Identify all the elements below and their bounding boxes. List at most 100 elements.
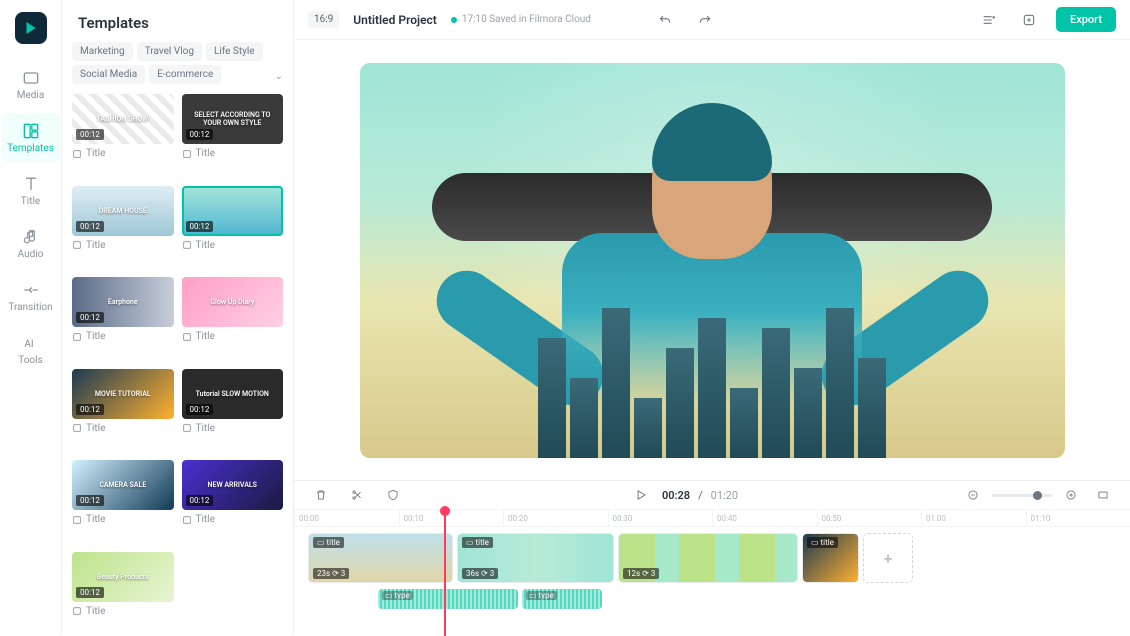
rail-tools[interactable]: AI Tools bbox=[2, 325, 60, 374]
template-thumb[interactable]: DREAM HOUSE00:12 bbox=[72, 186, 174, 236]
template-card[interactable]: CAMERA SALE00:12Title bbox=[72, 460, 174, 544]
template-card[interactable]: DREAM HOUSE00:12 Title bbox=[72, 186, 174, 270]
export-button[interactable]: Export bbox=[1056, 7, 1116, 32]
timeline-clip[interactable]: 12s ⟳ 3 bbox=[618, 533, 798, 583]
template-label: Title bbox=[182, 331, 284, 342]
total-duration: 01:20 bbox=[711, 489, 738, 502]
audio-clip[interactable]: ▭ type bbox=[522, 589, 602, 609]
template-thumb[interactable]: Beauty Products00:12 bbox=[72, 552, 174, 602]
template-thumb[interactable]: NEW ARRIVALS00:12 bbox=[182, 460, 284, 510]
settings-button[interactable] bbox=[1016, 7, 1042, 33]
app-logo[interactable] bbox=[15, 12, 47, 44]
template-icon bbox=[182, 149, 192, 159]
template-icon bbox=[72, 515, 82, 525]
tag-life-style[interactable]: Life Style bbox=[206, 42, 263, 61]
template-label: Title bbox=[72, 240, 174, 251]
clip-duration: 23s ⟳ 3 bbox=[313, 568, 349, 579]
template-label: Title bbox=[182, 240, 284, 251]
redo-button[interactable] bbox=[692, 7, 718, 33]
tag-e-commerce[interactable]: E-commerce bbox=[149, 65, 221, 84]
transition-icon bbox=[21, 280, 41, 300]
template-thumb[interactable]: 00:12 bbox=[182, 186, 284, 236]
template-card[interactable]: SELECT ACCORDING TO YOUR OWN STYLE00:12T… bbox=[182, 94, 284, 178]
template-card[interactable]: Tutorial SLOW MOTION00:12Title bbox=[182, 369, 284, 453]
timeline-clip[interactable]: ▭ title 23s ⟳ 3 bbox=[308, 533, 453, 583]
zoom-slider[interactable] bbox=[992, 494, 1052, 497]
panel-title: Templates bbox=[62, 0, 293, 42]
clip-badge: ▭ title bbox=[462, 537, 493, 548]
rail-media[interactable]: Media bbox=[2, 60, 60, 109]
clip-badge: ▭ title bbox=[313, 537, 344, 548]
tracks-area[interactable]: ▭ title 23s ⟳ 3 ▭ title36s ⟳ 3 12s ⟳ 3 ▭ tit… bbox=[294, 527, 1130, 635]
tag-travel-vlog[interactable]: Travel Vlog bbox=[137, 42, 202, 61]
delete-button[interactable] bbox=[308, 482, 334, 508]
template-thumb[interactable]: FASHION SHOW00:12 bbox=[72, 94, 174, 144]
ruler-tick: 00:10 bbox=[399, 510, 504, 526]
zoom-in-icon bbox=[1064, 488, 1078, 502]
zoom-in-button[interactable] bbox=[1058, 482, 1084, 508]
shield-icon bbox=[386, 488, 400, 502]
marker-button[interactable] bbox=[380, 482, 406, 508]
template-thumb[interactable]: CAMERA SALE00:12 bbox=[72, 460, 174, 510]
template-duration: 00:12 bbox=[186, 129, 214, 140]
tag-marketing[interactable]: Marketing bbox=[72, 42, 133, 61]
main-area: 16:9 Untitled Project 17:10 Saved in Fil… bbox=[294, 0, 1130, 635]
title-icon bbox=[21, 174, 41, 194]
timeline-clip[interactable]: ▭ title36s ⟳ 3 bbox=[457, 533, 614, 583]
template-label: Title bbox=[72, 606, 174, 617]
template-duration: 00:12 bbox=[76, 404, 104, 415]
template-thumb[interactable]: Tutorial SLOW MOTION00:12 bbox=[182, 369, 284, 419]
zoom-out-button[interactable] bbox=[960, 482, 986, 508]
tag-social-media[interactable]: Social Media bbox=[72, 65, 145, 84]
add-clip-button[interactable]: + bbox=[863, 533, 913, 583]
split-icon bbox=[350, 488, 364, 502]
rail-transition[interactable]: Transition bbox=[2, 272, 60, 321]
template-card[interactable]: Glow Up Diary Title bbox=[182, 277, 284, 361]
template-duration: 00:12 bbox=[76, 587, 104, 598]
template-icon bbox=[182, 240, 192, 250]
aspect-ratio-badge[interactable]: 16:9 bbox=[308, 11, 339, 28]
template-card[interactable]: 00:12 Title bbox=[182, 186, 284, 270]
template-card[interactable]: Earphone00:12Title bbox=[72, 277, 174, 361]
template-thumb[interactable]: MOVIE TUTORIAL00:12 bbox=[72, 369, 174, 419]
audio-clip[interactable]: ▭ type bbox=[378, 589, 518, 609]
template-label: Title bbox=[182, 514, 284, 525]
template-icon bbox=[72, 149, 82, 159]
fit-button[interactable] bbox=[1090, 482, 1116, 508]
ruler-tick: 00:00 bbox=[294, 510, 399, 526]
time-ruler[interactable]: 00:0000:1000:2000:3000:4000:5001:0001:10 bbox=[294, 509, 1130, 527]
rail-title[interactable]: Title bbox=[2, 166, 60, 215]
template-thumb[interactable]: SELECT ACCORDING TO YOUR OWN STYLE00:12 bbox=[182, 94, 284, 144]
sparkle-icon bbox=[1021, 12, 1037, 28]
template-card[interactable]: NEW ARRIVALS00:12 Title bbox=[182, 460, 284, 544]
template-thumb[interactable]: Earphone00:12 bbox=[72, 277, 174, 327]
rail-audio[interactable]: Audio bbox=[2, 219, 60, 268]
play-button[interactable] bbox=[628, 482, 654, 508]
ruler-tick: 01:10 bbox=[1026, 510, 1130, 526]
rail-label: Media bbox=[17, 90, 45, 101]
city-skyline bbox=[360, 298, 1065, 458]
preview-canvas[interactable] bbox=[360, 63, 1065, 458]
audio-icon bbox=[21, 227, 41, 247]
template-duration: 00:12 bbox=[76, 129, 104, 140]
rail-templates[interactable]: Templates bbox=[2, 113, 60, 162]
template-icon bbox=[182, 332, 192, 342]
template-card[interactable]: Beauty Products00:12 Title bbox=[72, 552, 174, 636]
template-card[interactable]: MOVIE TUTORIAL00:12Title bbox=[72, 369, 174, 453]
playhead[interactable] bbox=[444, 510, 446, 636]
split-button[interactable] bbox=[344, 482, 370, 508]
template-thumb[interactable]: Glow Up Diary bbox=[182, 277, 284, 327]
clip-duration: 12s ⟳ 3 bbox=[623, 568, 659, 579]
play-icon bbox=[634, 488, 648, 502]
template-icon bbox=[72, 423, 82, 433]
timeline-clip[interactable]: ▭ title bbox=[802, 533, 859, 583]
undo-button[interactable] bbox=[652, 7, 678, 33]
list-button[interactable] bbox=[976, 7, 1002, 33]
rail-label: Audio bbox=[18, 249, 44, 260]
template-duration: 00:12 bbox=[76, 495, 104, 506]
project-title[interactable]: Untitled Project bbox=[353, 13, 437, 27]
template-overlay-text: Glow Up Diary bbox=[182, 277, 284, 327]
tags-expand-icon[interactable]: ⌄ bbox=[275, 71, 283, 82]
ruler-tick: 00:50 bbox=[817, 510, 922, 526]
template-card[interactable]: FASHION SHOW00:12Title bbox=[72, 94, 174, 178]
